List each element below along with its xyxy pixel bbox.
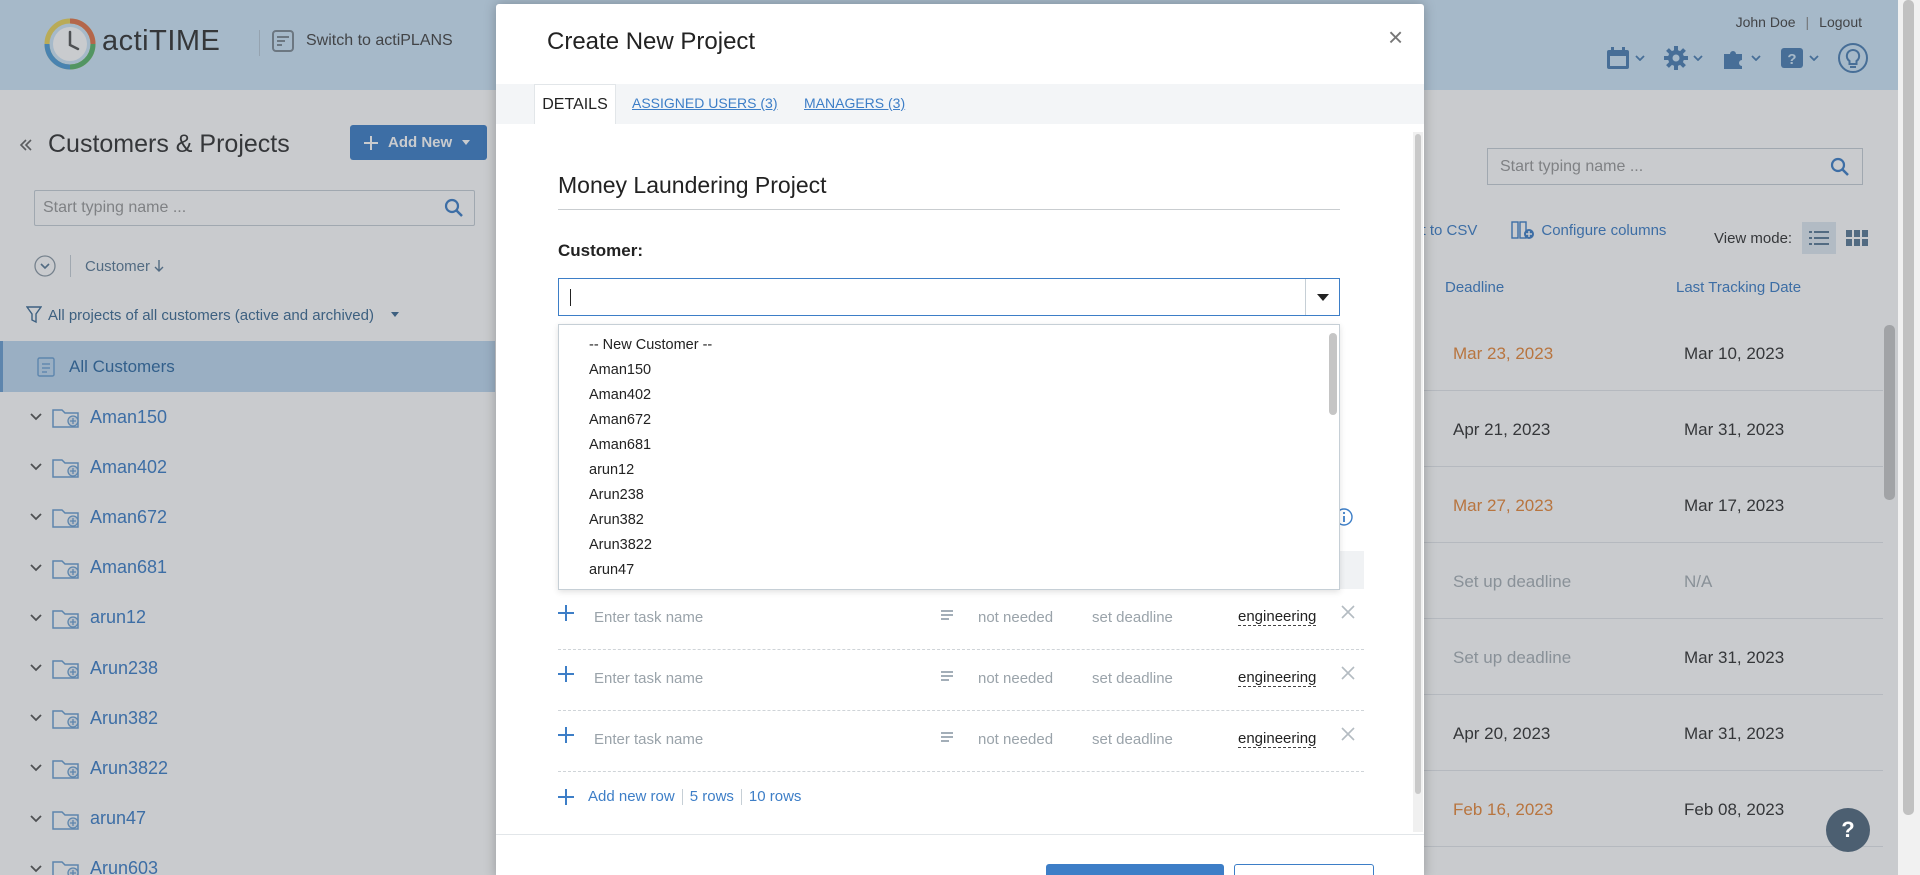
plus-icon[interactable] (558, 727, 574, 743)
dialog-footer-divider (496, 834, 1424, 835)
dropdown-option[interactable]: -- New Customer -- (559, 333, 1339, 358)
caret-down-icon (1316, 293, 1329, 301)
customer-label: Customer: (558, 241, 644, 260)
text-cursor (570, 289, 571, 306)
task-row: Enter task name not needed set deadline eng… (558, 711, 1364, 772)
dialog-body: Money Laundering Project Customer: Enter… (496, 124, 1416, 839)
dropdown-options: -- New Customer -- Aman150 Aman402 Aman672 A… (559, 325, 1339, 583)
dropdown-toggle[interactable] (1305, 279, 1339, 315)
link-divider (740, 788, 742, 805)
deadline-field[interactable]: set deadline (1092, 670, 1173, 687)
dropdown-option[interactable]: Aman681 (559, 433, 1339, 458)
estimate-field[interactable]: not needed (978, 731, 1053, 748)
type-of-work-select[interactable]: engineering (1238, 731, 1317, 748)
floating-help-button[interactable]: ? (1826, 808, 1870, 852)
create-project-dialog: Create New Project × DETAILS ASSIGNED US… (496, 4, 1424, 875)
customer-dropdown-list: -- New Customer -- Aman150 Aman402 Aman672 A… (558, 324, 1340, 590)
dropdown-option[interactable]: Aman150 (559, 358, 1339, 383)
dropdown-option[interactable]: Arun238 (559, 483, 1339, 508)
project-name-input[interactable]: Money Laundering Project (558, 172, 1340, 210)
add-rows-controls: Add new row 5 rows 10 rows (558, 788, 801, 805)
task-row: Enter task name not needed set deadline eng… (558, 589, 1364, 650)
dropdown-option[interactable]: Arun3822 (559, 533, 1339, 558)
remove-row-icon[interactable] (1340, 604, 1356, 620)
dropdown-option[interactable]: arun12 (559, 458, 1339, 483)
dropdown-option[interactable]: Arun382 (559, 508, 1339, 533)
estimate-field[interactable]: not needed (978, 670, 1053, 687)
dialog-tabs: DETAILS ASSIGNED USERS (3) MANAGERS (3) (496, 84, 1424, 124)
dialog-title: Create New Project (547, 28, 756, 55)
page-scrollbar[interactable] (1903, 0, 1914, 815)
tab-details[interactable]: DETAILS (534, 84, 616, 124)
cancel-button[interactable] (1234, 864, 1374, 875)
deadline-field[interactable]: set deadline (1092, 609, 1173, 626)
remove-row-icon[interactable] (1340, 665, 1356, 681)
estimate-field[interactable]: not needed (978, 609, 1053, 626)
dropdown-option[interactable]: arun47 (559, 558, 1339, 583)
dropdown-option[interactable]: Aman402 (559, 383, 1339, 408)
deadline-field[interactable]: set deadline (1092, 731, 1173, 748)
plus-icon[interactable] (558, 666, 574, 682)
add-10-rows-link[interactable]: 10 rows (749, 788, 802, 805)
add-new-row-link[interactable]: Add new row (588, 788, 675, 805)
task-name-input[interactable]: Enter task name (594, 731, 703, 748)
type-of-work-select[interactable]: engineering (1238, 670, 1317, 687)
remove-row-icon[interactable] (1340, 726, 1356, 742)
type-of-work-select[interactable]: engineering (1238, 609, 1317, 626)
description-icon[interactable] (940, 731, 954, 743)
customer-select-input[interactable] (558, 278, 1340, 316)
dropdown-scrollbar[interactable] (1329, 333, 1337, 415)
description-icon[interactable] (940, 609, 954, 621)
dialog-scrollbar[interactable] (1415, 134, 1421, 794)
dropdown-option[interactable]: Aman672 (559, 408, 1339, 433)
plus-icon[interactable] (558, 605, 574, 621)
tab-assigned-users[interactable]: ASSIGNED USERS (3) (632, 95, 777, 111)
task-name-input[interactable]: Enter task name (594, 609, 703, 626)
tab-managers[interactable]: MANAGERS (3) (804, 95, 905, 111)
close-icon[interactable]: × (1388, 22, 1403, 53)
task-row: Enter task name not needed set deadline eng… (558, 650, 1364, 711)
create-project-button[interactable] (1046, 864, 1224, 875)
task-name-input[interactable]: Enter task name (594, 670, 703, 687)
link-divider (681, 788, 683, 805)
plus-icon[interactable] (558, 788, 574, 805)
description-icon[interactable] (940, 670, 954, 682)
add-5-rows-link[interactable]: 5 rows (690, 788, 734, 805)
